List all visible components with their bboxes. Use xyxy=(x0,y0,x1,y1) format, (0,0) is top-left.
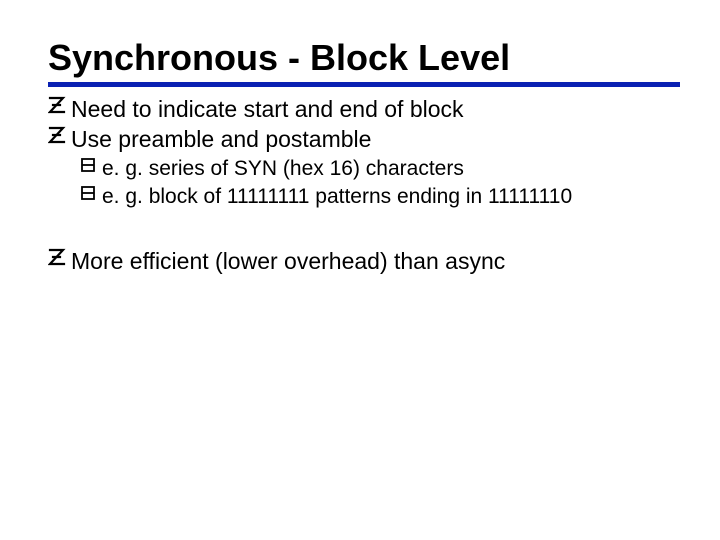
z-bullet-icon xyxy=(48,125,71,145)
bullet-level1: Need to indicate start and end of block xyxy=(48,95,680,124)
slide-title: Synchronous - Block Level xyxy=(48,38,680,78)
bullet-level1: Use preamble and postamble xyxy=(48,125,680,154)
bullet-level2: e. g. block of 11111111 patterns ending … xyxy=(80,184,680,210)
slide: Synchronous - Block Level Need to indica… xyxy=(0,0,720,315)
bullet-text: Use preamble and postamble xyxy=(71,125,680,154)
z-bullet-icon xyxy=(48,247,71,267)
box-bullet-icon xyxy=(80,156,102,174)
slide-body: Need to indicate start and end of block … xyxy=(48,95,680,276)
bullet-text: e. g. block of 11111111 patterns ending … xyxy=(102,184,680,210)
bullet-text: Need to indicate start and end of block xyxy=(71,95,680,124)
bullet-text: e. g. series of SYN (hex 16) characters xyxy=(102,156,680,182)
z-bullet-icon xyxy=(48,95,71,115)
spacer xyxy=(48,211,680,245)
box-bullet-icon xyxy=(80,184,102,202)
bullet-text: More efficient (lower overhead) than asy… xyxy=(71,247,680,276)
title-rule xyxy=(48,82,680,87)
bullet-level1: More efficient (lower overhead) than asy… xyxy=(48,247,680,276)
bullet-level2: e. g. series of SYN (hex 16) characters xyxy=(80,156,680,182)
